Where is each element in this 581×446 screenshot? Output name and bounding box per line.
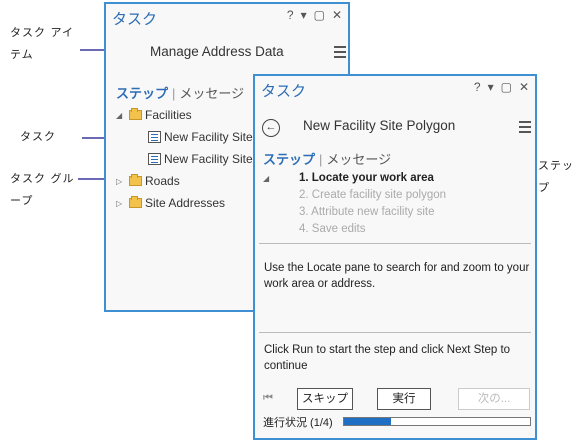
pane-title: タスク bbox=[112, 11, 158, 28]
task-title: New Facility Site Polygon bbox=[303, 118, 456, 133]
dropdown-icon[interactable]: ▾ bbox=[488, 81, 494, 93]
callout-step: ステップ bbox=[538, 159, 574, 194]
step-4[interactable]: 4. Save edits bbox=[299, 223, 365, 235]
step-2[interactable]: 2. Create facility site polygon bbox=[299, 189, 446, 201]
folder-icon bbox=[129, 108, 142, 120]
task-label: New Facility Site bbox=[164, 130, 253, 144]
task-label: New Facility Site bbox=[164, 152, 253, 166]
tree-group-site-addresses[interactable]: ▷ Site Addresses bbox=[116, 196, 225, 210]
tree-group-roads[interactable]: ▷ Roads bbox=[116, 174, 180, 188]
help-icon[interactable]: ? bbox=[474, 81, 481, 93]
progress-bar-fill bbox=[344, 418, 391, 425]
group-label: Facilities bbox=[145, 108, 192, 122]
callout-task-group: タスク グループ bbox=[10, 172, 75, 207]
progress-label: 進行状況 (1/4) bbox=[263, 417, 333, 429]
next-step-button[interactable]: 次の... bbox=[458, 388, 530, 410]
tab-steps[interactable]: ステップ bbox=[116, 86, 168, 101]
tab-bar: ステップ | メッセージ bbox=[263, 152, 392, 167]
help-icon[interactable]: ? bbox=[287, 9, 294, 21]
tab-steps[interactable]: ステップ bbox=[263, 152, 315, 167]
menu-icon[interactable] bbox=[519, 121, 531, 133]
divider bbox=[259, 243, 531, 244]
skip-button[interactable]: スキップ bbox=[297, 388, 353, 410]
progress-bar bbox=[343, 417, 531, 426]
menu-icon[interactable] bbox=[334, 46, 346, 58]
tree-task-2[interactable]: New Facility Site bbox=[148, 152, 253, 166]
collapsed-triangle-icon[interactable]: ▷ bbox=[116, 199, 126, 208]
collapsed-triangle-icon[interactable]: ▷ bbox=[116, 177, 126, 186]
close-icon[interactable]: ✕ bbox=[519, 81, 529, 93]
expanded-triangle-icon[interactable]: ◢ bbox=[116, 111, 126, 120]
callout-task: タスク bbox=[20, 130, 56, 143]
task-item-title: Manage Address Data bbox=[150, 44, 284, 59]
task-icon bbox=[148, 131, 161, 143]
window-controls: ? ▾ ▢ ✕ bbox=[474, 81, 529, 93]
tab-messages[interactable]: メッセージ bbox=[179, 86, 244, 101]
group-label: Site Addresses bbox=[145, 196, 226, 210]
tab-bar: ステップ | メッセージ bbox=[116, 86, 245, 101]
step-3[interactable]: 3. Attribute new facility site bbox=[299, 206, 435, 218]
skip-to-start-icon[interactable]: ⏮ bbox=[263, 392, 273, 405]
task-icon bbox=[148, 153, 161, 165]
step-instruction: Use the Locate pane to search for and zo… bbox=[264, 262, 530, 290]
maximize-icon[interactable]: ▢ bbox=[314, 9, 325, 21]
close-icon[interactable]: ✕ bbox=[332, 9, 342, 21]
dropdown-icon[interactable]: ▾ bbox=[301, 9, 307, 21]
step-1[interactable]: 1. Locate your work area bbox=[299, 172, 434, 184]
tab-messages[interactable]: メッセージ bbox=[326, 152, 391, 167]
window-controls: ? ▾ ▢ ✕ bbox=[287, 9, 342, 21]
folder-icon bbox=[129, 174, 142, 186]
pane-title: タスク bbox=[261, 83, 307, 100]
back-arrow-icon[interactable]: ← bbox=[262, 119, 280, 137]
folder-icon bbox=[129, 196, 142, 208]
expanded-triangle-icon[interactable]: ◢ bbox=[263, 174, 273, 183]
maximize-icon[interactable]: ▢ bbox=[501, 81, 512, 93]
run-hint: Click Run to start the step and click Ne… bbox=[264, 344, 511, 372]
group-label: Roads bbox=[145, 174, 180, 188]
tree-task-1[interactable]: New Facility Site bbox=[148, 130, 253, 144]
run-button[interactable]: 実行 bbox=[377, 388, 431, 410]
divider bbox=[259, 332, 531, 333]
callout-task-item: タスク アイテム bbox=[10, 26, 74, 61]
task-pane-front: タスク ? ▾ ▢ ✕ ← New Facility Site Polygon … bbox=[253, 74, 537, 440]
tree-group-facilities[interactable]: ◢ Facilities bbox=[116, 108, 192, 122]
